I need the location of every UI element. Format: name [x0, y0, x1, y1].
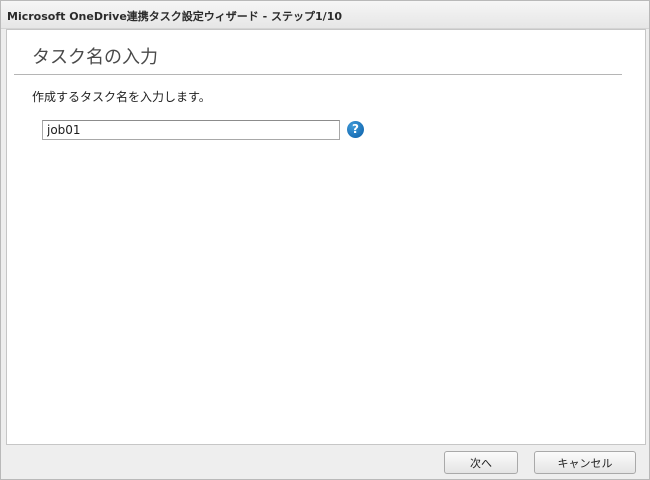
wizard-content-panel: タスク名の入力 作成するタスク名を入力します。 ? [6, 29, 646, 445]
wizard-dialog: Microsoft OneDrive連携タスク設定ウィザード - ステップ1/1… [0, 0, 650, 480]
window-title: Microsoft OneDrive連携タスク設定ウィザード - ステップ1/1… [7, 10, 342, 23]
task-name-input[interactable] [42, 120, 340, 140]
button-bar: 次へ キャンセル [1, 444, 649, 479]
next-button[interactable]: 次へ [444, 451, 518, 474]
help-icon[interactable]: ? [347, 121, 364, 138]
cancel-button[interactable]: キャンセル [534, 451, 636, 474]
title-bar: Microsoft OneDrive連携タスク設定ウィザード - ステップ1/1… [1, 1, 649, 29]
page-title: タスク名の入力 [32, 47, 158, 68]
instruction-text: 作成するタスク名を入力します。 [32, 90, 211, 104]
title-divider [14, 74, 622, 75]
